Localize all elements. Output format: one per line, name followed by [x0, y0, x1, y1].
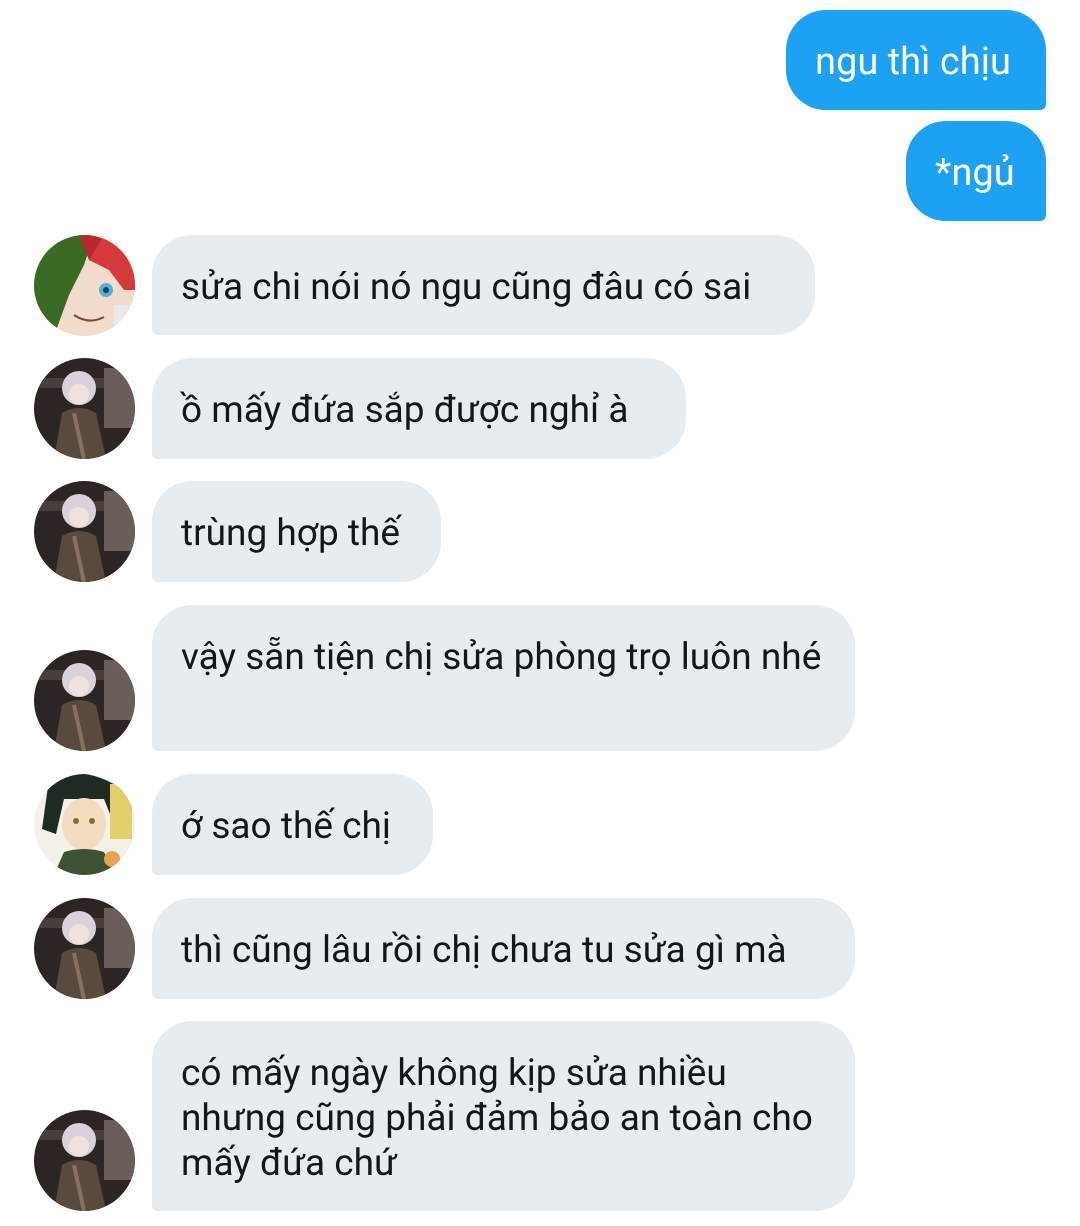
- incoming-message[interactable]: thì cũng lâu rồi chị chưa tu sửa gì mà: [152, 898, 855, 999]
- incoming-message[interactable]: sửa chi nói nó ngu cũng đâu có sai: [152, 235, 815, 335]
- red-green-hair-avatar[interactable]: [34, 235, 135, 336]
- incoming-message[interactable]: vậy sẵn tiện chị sửa phòng trọ luôn nhé: [152, 605, 855, 751]
- silver-hair-avatar[interactable]: [34, 481, 135, 582]
- outgoing-message[interactable]: ngu thì chịu: [786, 10, 1046, 110]
- incoming-message[interactable]: ớ sao thế chị: [152, 774, 433, 875]
- silver-hair-avatar[interactable]: [34, 898, 135, 999]
- silver-hair-avatar[interactable]: [34, 650, 135, 751]
- incoming-message[interactable]: ồ mấy đứa sắp được nghỉ à: [152, 358, 686, 459]
- incoming-message[interactable]: trùng hợp thế: [152, 481, 441, 582]
- incoming-message[interactable]: có mấy ngày không kịp sửa nhiều nhưng cũ…: [152, 1021, 855, 1211]
- outgoing-message[interactable]: *ngủ: [906, 121, 1046, 221]
- silver-hair-avatar[interactable]: [34, 358, 135, 459]
- message-thread[interactable]: ngu thì chịu *ngủ sửa chi nói nó ngu cũn…: [0, 0, 1080, 1226]
- silver-hair-avatar[interactable]: [34, 1110, 135, 1211]
- dark-hair-avatar[interactable]: [34, 774, 135, 875]
